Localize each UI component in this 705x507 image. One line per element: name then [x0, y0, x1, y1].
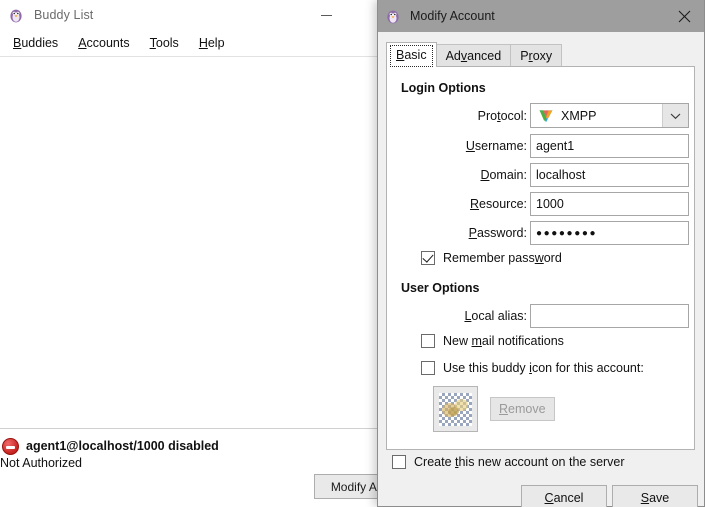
- menu-item-buddies-label: uddies: [21, 36, 59, 50]
- buddy-list-title: Buddy List: [34, 8, 94, 22]
- resource-label: Resource:: [470, 197, 527, 211]
- modify-account-dialog: Modify Account Basic Advanced Proxy Logi…: [377, 0, 705, 507]
- menu-bar: Buddies Accounts Tools Help: [0, 30, 379, 57]
- menu-item-tools[interactable]: Tools: [140, 33, 189, 53]
- create-account-label: Create this new account on the server: [414, 455, 625, 469]
- dialog-titlebar: Modify Account: [378, 0, 704, 32]
- error-circle-icon: [2, 438, 19, 455]
- tab-basic-label: asic: [404, 48, 427, 62]
- error-dash: [6, 445, 15, 449]
- domain-label: Domain:: [480, 168, 527, 182]
- username-label: Username:: [465, 139, 527, 153]
- account-error-notification: agent1@localhost/1000 disabled Not Autho…: [0, 428, 419, 501]
- buddy-list-body: agent1@localhost/1000 disabled Not Autho…: [0, 57, 419, 507]
- buddy-icon-button[interactable]: [433, 386, 478, 432]
- menu-item-help[interactable]: Help: [189, 33, 235, 53]
- create-account-checkbox[interactable]: Create this new account on the server: [392, 455, 625, 469]
- checkbox-box: [421, 251, 435, 265]
- screen: Buddy List Buddies Accounts Tools Help a…: [0, 0, 705, 507]
- use-buddy-icon-label: Use this buddy icon for this account:: [443, 361, 644, 375]
- resource-input[interactable]: 1000: [530, 192, 689, 216]
- checkbox-box: [392, 455, 406, 469]
- menu-item-accounts[interactable]: Accounts: [68, 33, 139, 53]
- minimize-button[interactable]: [304, 0, 349, 30]
- pidgin-penguin-icon: [385, 8, 401, 24]
- minimize-icon: [321, 14, 332, 16]
- save-button-label: Save: [640, 490, 670, 505]
- use-buddy-icon-checkbox[interactable]: Use this buddy icon for this account:: [421, 361, 644, 375]
- chevron-glyph: [670, 113, 681, 119]
- checkbox-box: [421, 361, 435, 375]
- new-mail-notifications-label: New mail notifications: [443, 334, 564, 348]
- checkbox-box: [421, 334, 435, 348]
- notification-detail: Not Authorized: [0, 456, 82, 470]
- save-button[interactable]: Save: [612, 485, 698, 507]
- protocol-label: Protocol:: [477, 109, 527, 123]
- menu-item-buddies[interactable]: Buddies: [3, 33, 68, 53]
- xmpp-logo-icon: [538, 108, 554, 124]
- basic-tab-panel: Login Options Protocol: XMPP Username: a…: [386, 66, 695, 450]
- tab-advanced[interactable]: Advanced: [435, 44, 512, 67]
- notification-row: agent1@localhost/1000 disabled Not Autho…: [0, 429, 379, 470]
- new-mail-notifications-checkbox[interactable]: New mail notifications: [421, 334, 564, 348]
- cancel-button-label: Cancel: [544, 490, 584, 505]
- menu-item-help-label: elp: [207, 36, 225, 50]
- icon-blob-3: [448, 406, 459, 416]
- buddy-list-titlebar: Buddy List: [0, 0, 379, 30]
- tab-proxy[interactable]: Proxy: [510, 44, 563, 67]
- remove-button-label: Remove: [499, 402, 546, 416]
- protocol-combobox[interactable]: XMPP: [530, 103, 689, 128]
- password-input[interactable]: ●●●●●●●●: [530, 221, 689, 245]
- username-input[interactable]: agent1: [530, 134, 689, 158]
- password-label: Password:: [468, 226, 527, 240]
- protocol-value: XMPP: [561, 108, 597, 123]
- local-alias-input[interactable]: [530, 304, 689, 328]
- domain-input[interactable]: localhost: [530, 163, 689, 187]
- tab-strip: Basic Advanced Proxy: [378, 42, 704, 67]
- close-x-glyph: [678, 10, 690, 22]
- tab-basic[interactable]: Basic: [386, 42, 437, 67]
- remove-button[interactable]: Remove: [490, 397, 555, 421]
- menu-item-tools-label: ools: [155, 36, 179, 50]
- cancel-button[interactable]: Cancel: [521, 485, 607, 507]
- local-alias-label: Local alias:: [464, 309, 527, 323]
- dialog-title: Modify Account: [410, 9, 495, 23]
- remember-password-checkbox[interactable]: Remember password: [421, 251, 562, 265]
- login-options-title: Login Options: [401, 81, 486, 95]
- buddy-icon-preview: [439, 392, 472, 426]
- menu-item-accounts-label: ccounts: [86, 36, 130, 50]
- notification-title: agent1@localhost/1000 disabled: [26, 439, 219, 453]
- remember-password-label: Remember password: [443, 251, 562, 265]
- chevron-down-icon[interactable]: [662, 104, 688, 127]
- pidgin-penguin-icon: [8, 7, 24, 23]
- close-icon[interactable]: [664, 0, 704, 32]
- user-options-title: User Options: [401, 281, 480, 295]
- buddy-list-window: Buddy List Buddies Accounts Tools Help a…: [0, 0, 419, 507]
